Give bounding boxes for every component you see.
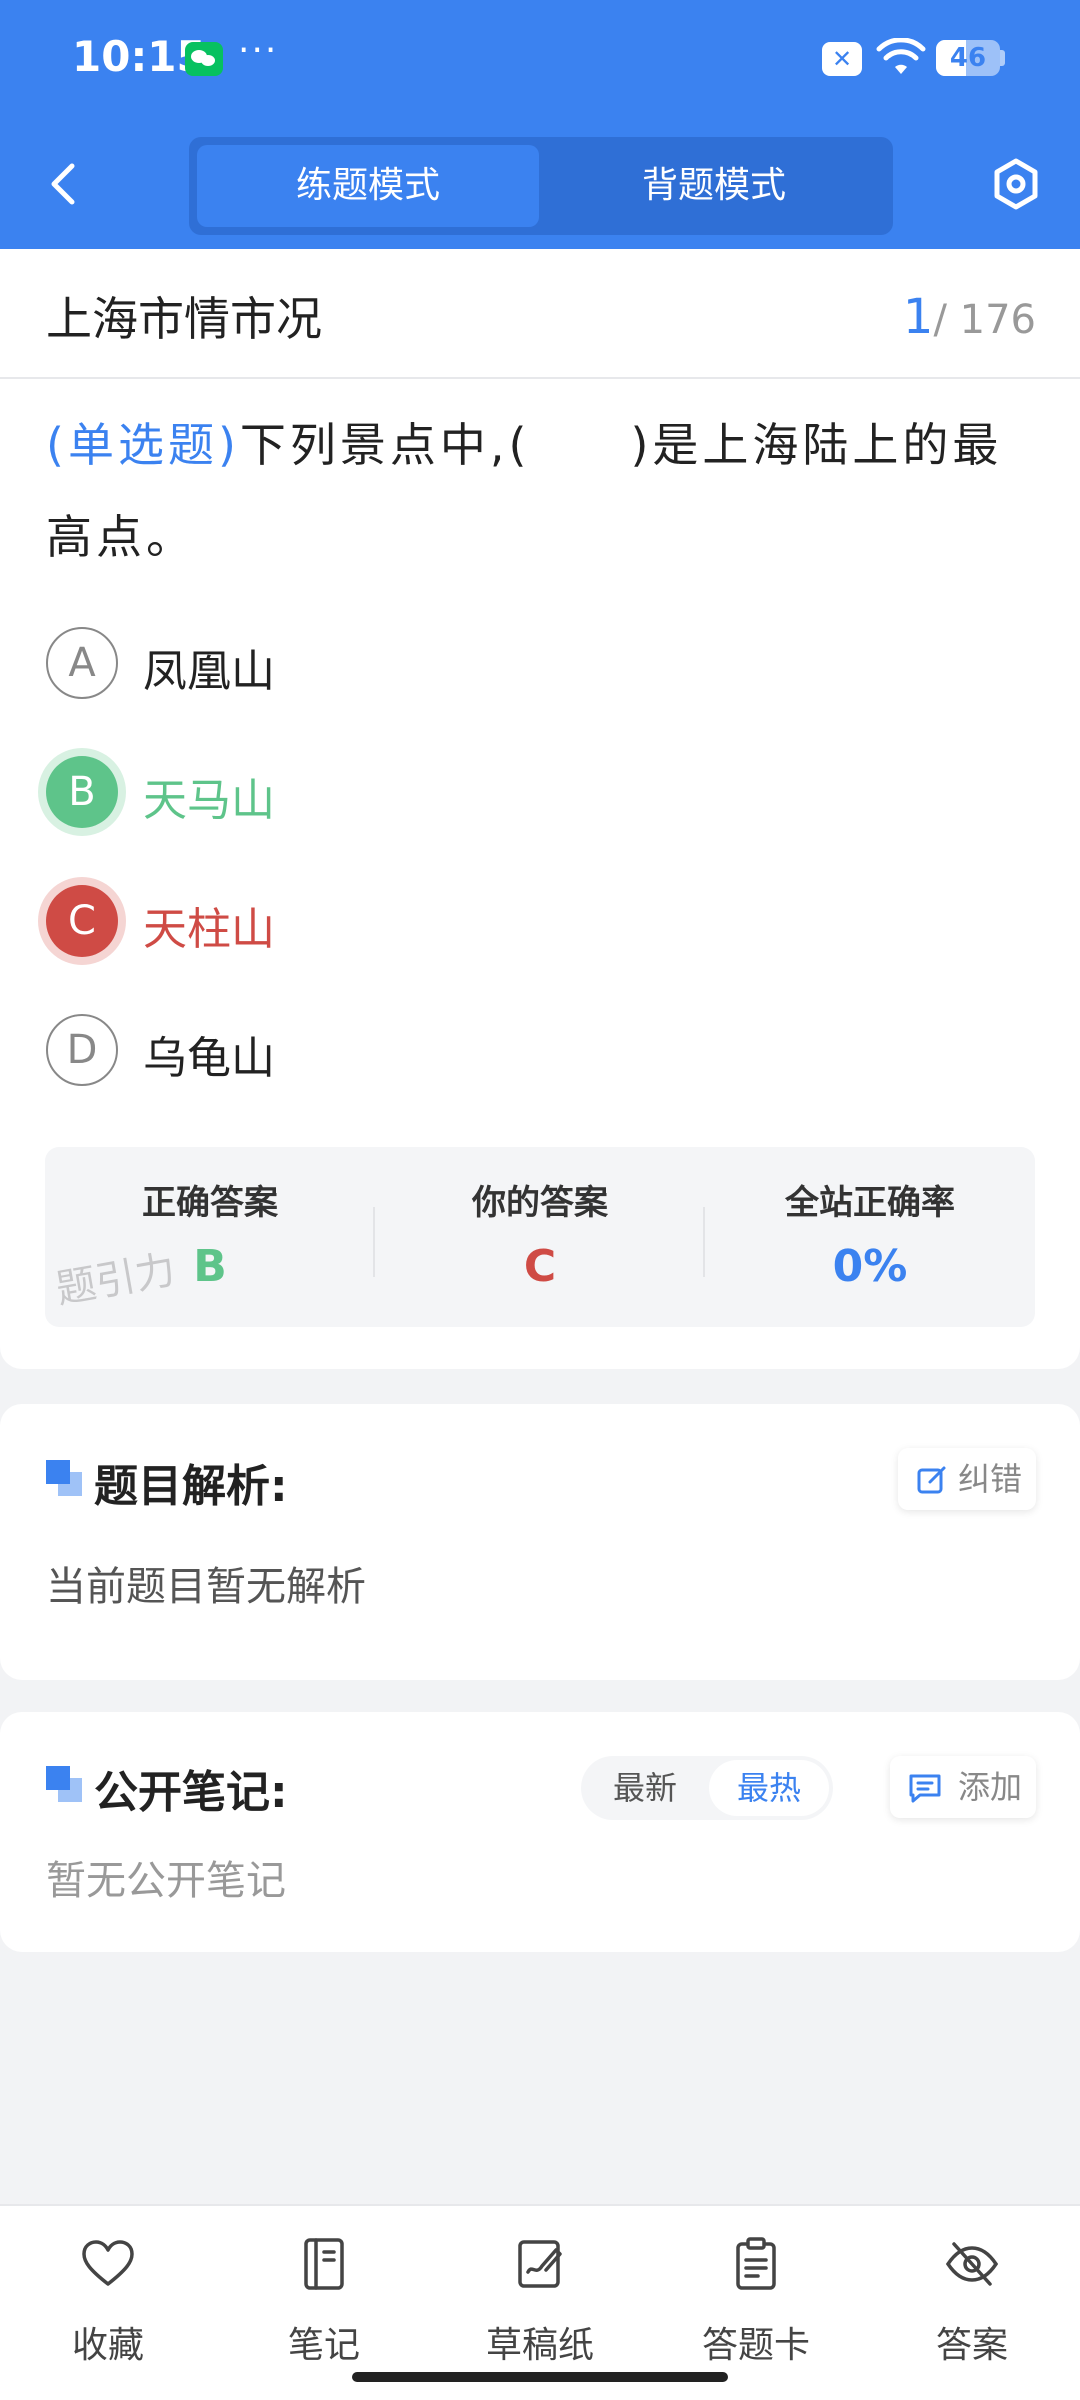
option-letter: B <box>46 756 118 828</box>
notes-sort-switch: 最新 最热 <box>581 1756 833 1820</box>
answer-result-panel: 正确答案 B 你的答案 C 全站正确率 0% 题引力 <box>45 1147 1035 1327</box>
add-note-button[interactable]: 添加 <box>890 1756 1036 1818</box>
home-indicator[interactable] <box>352 2372 728 2382</box>
wechat-notification-icon <box>185 42 223 76</box>
section-marker-icon <box>46 1766 82 1802</box>
analysis-title: 题目解析: <box>94 1461 288 1512</box>
status-bar: 10:15 ··· ✕ 46 <box>0 0 1080 120</box>
option-d[interactable]: D 乌龟山 <box>46 1014 646 1086</box>
analysis-card: 题目解析: 纠错 当前题目暂无解析 <box>0 1404 1080 1680</box>
report-error-button[interactable]: 纠错 <box>898 1448 1036 1510</box>
question-type: (单选题) <box>46 418 240 472</box>
answer-sheet-icon <box>736 2237 776 2290</box>
battery-icon: 46 <box>936 40 1000 76</box>
favorite-label: 收藏 <box>71 2325 144 2366</box>
option-c[interactable]: C 天柱山 <box>46 885 646 957</box>
notes-card: 公开笔记: 最新 最热 添加 暂无公开笔记 <box>0 1712 1080 1952</box>
total-questions: / 176 <box>933 297 1036 343</box>
show-answer-button[interactable]: 答案 <box>882 2226 1062 2366</box>
analysis-body: 当前题目暂无解析 <box>46 1564 366 1610</box>
battery-level: 46 <box>949 43 987 73</box>
app-header: 10:15 ··· ✕ 46 练题模式 背题模式 <box>0 0 1080 249</box>
section-header: 上海市情市况 1/ 176 <box>0 249 1080 379</box>
option-text: 乌龟山 <box>143 1033 275 1084</box>
option-text: 天马山 <box>143 775 275 826</box>
edit-icon <box>917 1466 946 1494</box>
comment-icon <box>909 1774 941 1803</box>
option-b[interactable]: B 天马山 <box>46 756 646 828</box>
more-notifications-icon: ··· <box>238 30 279 71</box>
option-text: 天柱山 <box>143 904 275 955</box>
heart-icon <box>82 2240 134 2286</box>
accuracy-rate-stat: 全站正确率 0% <box>705 1147 1035 1327</box>
notes-empty-text: 暂无公开笔记 <box>46 1858 286 1904</box>
option-a[interactable]: A 凤凰山 <box>46 627 646 699</box>
draft-paper-icon <box>518 2240 562 2288</box>
x-notification-icon: ✕ <box>822 42 862 76</box>
show-answer-label: 答案 <box>935 2325 1008 2366</box>
notes-button[interactable]: 笔记 <box>234 2226 414 2366</box>
option-letter: C <box>46 885 118 957</box>
section-title: 上海市情市况 <box>46 292 322 346</box>
your-answer-value: C <box>523 1241 557 1292</box>
notes-title: 公开笔记: <box>94 1767 288 1818</box>
mode-switch: 练题模式 背题模式 <box>189 137 893 235</box>
back-button[interactable] <box>40 152 88 216</box>
accuracy-rate-label: 全站正确率 <box>785 1183 955 1223</box>
wifi-icon <box>876 38 926 74</box>
option-letter: D <box>46 1014 118 1086</box>
eye-off-icon <box>945 2242 999 2286</box>
favorite-button[interactable]: 收藏 <box>18 2226 198 2366</box>
add-note-label: 添加 <box>957 1768 1022 1806</box>
notebook-icon <box>304 2238 344 2290</box>
answer-sheet-button[interactable]: 答题卡 <box>666 2226 846 2366</box>
answer-sheet-label: 答题卡 <box>701 2325 810 2366</box>
accuracy-rate-value: 0% <box>832 1241 908 1292</box>
question-counter: 1/ 176 <box>903 289 1036 345</box>
sort-hottest[interactable]: 最热 <box>709 1760 829 1816</box>
correct-answer-label: 正确答案 <box>142 1183 278 1223</box>
bottom-toolbar: 收藏 笔记 草稿纸 答题卡 答案 <box>0 2204 1080 2400</box>
tab-practice-mode[interactable]: 练题模式 <box>197 145 539 227</box>
your-answer-stat: 你的答案 C <box>375 1147 705 1327</box>
option-text: 凤凰山 <box>143 646 275 697</box>
draft-paper-button[interactable]: 草稿纸 <box>450 2226 630 2366</box>
report-error-label: 纠错 <box>957 1460 1022 1498</box>
your-answer-label: 你的答案 <box>472 1183 608 1223</box>
question-card: 上海市情市况 1/ 176 (单选题)下列景点中,( )是上海陆上的最高点。 A… <box>0 249 1080 1369</box>
question-text: (单选题)下列景点中,( )是上海陆上的最高点。 <box>46 399 1036 583</box>
section-marker-icon <box>46 1460 82 1496</box>
current-question-number: 1 <box>902 289 934 345</box>
notes-label: 笔记 <box>287 2325 360 2366</box>
option-letter: A <box>46 627 118 699</box>
draft-paper-label: 草稿纸 <box>485 2325 594 2366</box>
sort-latest[interactable]: 最新 <box>585 1760 705 1816</box>
settings-button[interactable] <box>990 155 1042 215</box>
tab-memorize-mode[interactable]: 背题模式 <box>543 145 885 227</box>
